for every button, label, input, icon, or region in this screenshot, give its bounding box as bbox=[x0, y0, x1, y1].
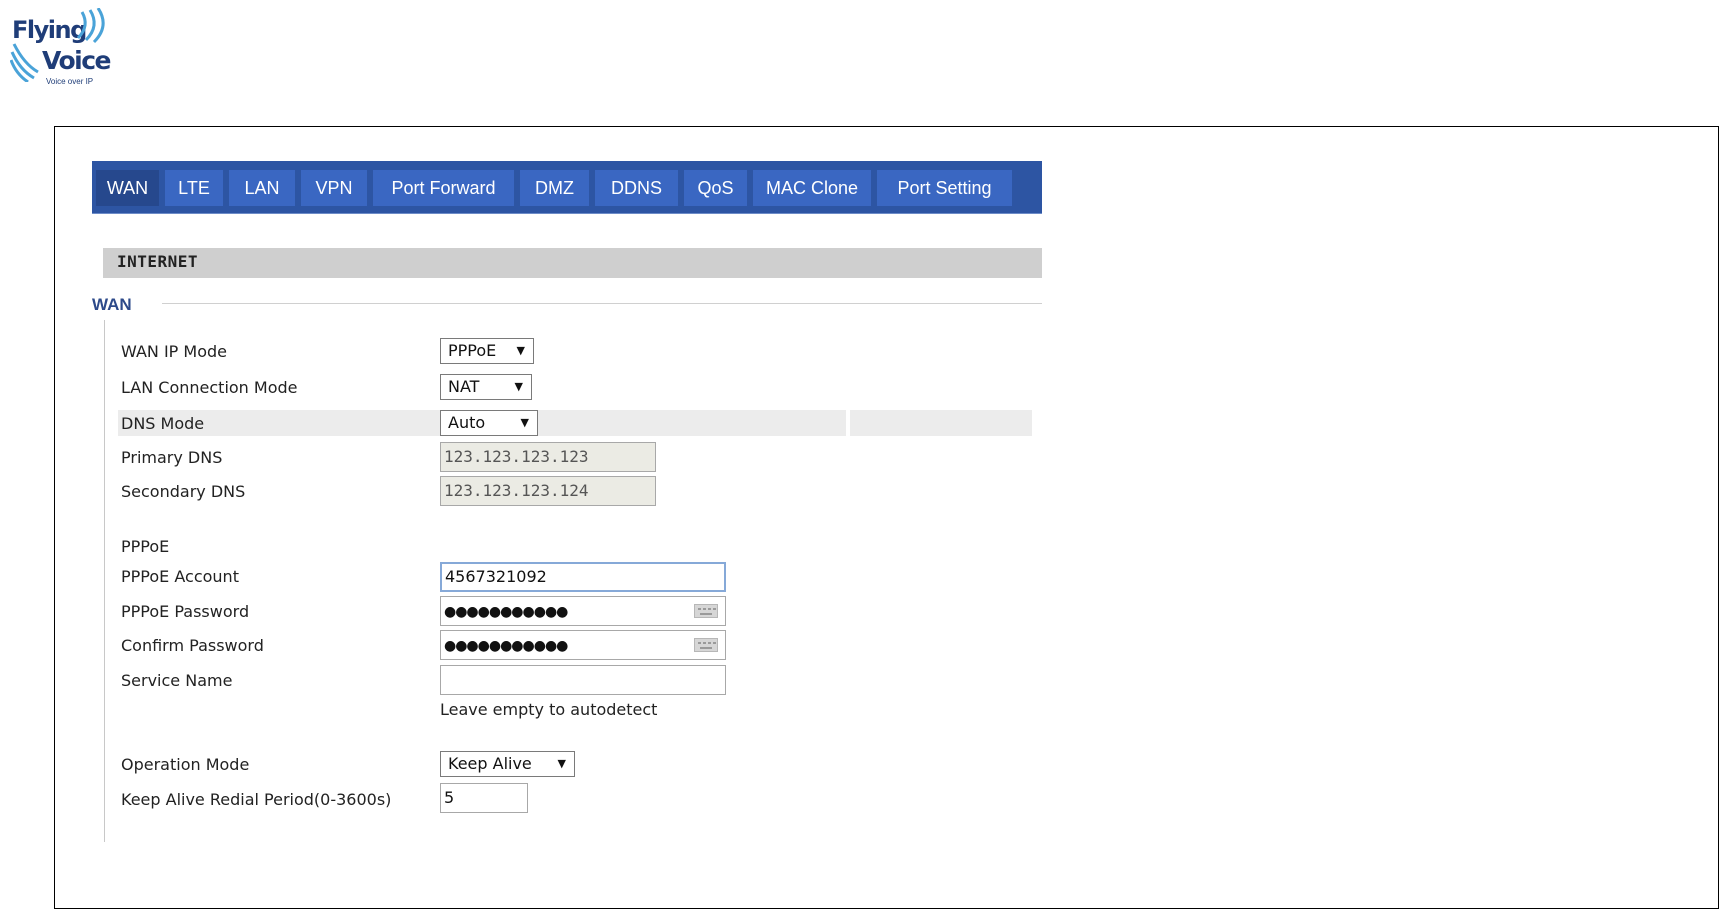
triangle-down-icon: ▼ bbox=[514, 380, 523, 393]
logo-word-voice: Voice bbox=[42, 46, 112, 75]
keyboard-icon[interactable] bbox=[694, 638, 718, 652]
triangle-down-icon: ▼ bbox=[557, 757, 566, 770]
tab-port-setting[interactable]: Port Setting bbox=[877, 170, 1012, 206]
section-title: INTERNET bbox=[117, 252, 199, 271]
tab-vpn[interactable]: VPN bbox=[301, 170, 367, 206]
tab-ddns[interactable]: DDNS bbox=[595, 170, 678, 206]
keep-alive-period-input[interactable]: 5 bbox=[440, 783, 528, 813]
secondary-dns-field: 123.123.123.124 bbox=[440, 476, 656, 506]
pppoe-password-input[interactable]: ●●●●●●●●●●● bbox=[440, 596, 726, 626]
keep-alive-period-label: Keep Alive Redial Period(0-3600s) bbox=[121, 790, 392, 809]
service-name-label: Service Name bbox=[121, 671, 233, 690]
logo-tagline: Voice over IP bbox=[46, 77, 94, 86]
logo-waves-icon bbox=[10, 43, 39, 82]
lan-connection-mode-label: LAN Connection Mode bbox=[121, 378, 298, 397]
wan-ip-mode-select[interactable]: PPPoE ▼ bbox=[440, 338, 534, 364]
dns-mode-row-highlight bbox=[118, 410, 1032, 436]
tab-port-forward[interactable]: Port Forward bbox=[373, 170, 514, 206]
legend-divider bbox=[162, 303, 1042, 304]
pppoe-account-input[interactable]: 4567321092 bbox=[440, 562, 726, 592]
tab-lan[interactable]: LAN bbox=[229, 170, 295, 206]
wan-ip-mode-label: WAN IP Mode bbox=[121, 342, 227, 361]
dns-mode-select[interactable]: Auto ▼ bbox=[440, 410, 538, 436]
triangle-down-icon: ▼ bbox=[520, 416, 529, 429]
flyingvoice-logo: Flying Voice Voice over IP bbox=[10, 8, 120, 90]
dns-mode-label: DNS Mode bbox=[121, 414, 205, 433]
pppoe-account-label: PPPoE Account bbox=[121, 567, 239, 586]
confirm-password-input[interactable]: ●●●●●●●●●●● bbox=[440, 630, 726, 660]
fieldset-left-border bbox=[104, 320, 105, 842]
tab-lte[interactable]: LTE bbox=[165, 170, 223, 206]
triangle-down-icon: ▼ bbox=[516, 344, 525, 357]
keyboard-icon[interactable] bbox=[694, 604, 718, 618]
pppoe-password-label: PPPoE Password bbox=[121, 602, 250, 621]
tab-wan[interactable]: WAN bbox=[96, 170, 159, 206]
logo-waves-icon bbox=[76, 8, 105, 44]
service-name-hint: Leave empty to autodetect bbox=[440, 700, 658, 719]
pppoe-subheading: PPPoE bbox=[121, 537, 170, 556]
fieldset-legend: WAN bbox=[92, 295, 132, 314]
section-header: INTERNET bbox=[103, 248, 1042, 278]
primary-dns-field: 123.123.123.123 bbox=[440, 442, 656, 472]
tab-dmz[interactable]: DMZ bbox=[520, 170, 589, 206]
nav-tab-bar: WAN LTE LAN VPN Port Forward DMZ DDNS Qo… bbox=[92, 161, 1042, 214]
service-name-input[interactable] bbox=[440, 665, 726, 695]
operation-mode-label: Operation Mode bbox=[121, 755, 250, 774]
tab-qos[interactable]: QoS bbox=[684, 170, 747, 206]
operation-mode-select[interactable]: Keep Alive ▼ bbox=[440, 751, 575, 777]
confirm-password-label: Confirm Password bbox=[121, 636, 264, 655]
tab-mac-clone[interactable]: MAC Clone bbox=[753, 170, 871, 206]
lan-connection-mode-select[interactable]: NAT ▼ bbox=[440, 374, 532, 400]
secondary-dns-label: Secondary DNS bbox=[121, 482, 246, 501]
primary-dns-label: Primary DNS bbox=[121, 448, 223, 467]
